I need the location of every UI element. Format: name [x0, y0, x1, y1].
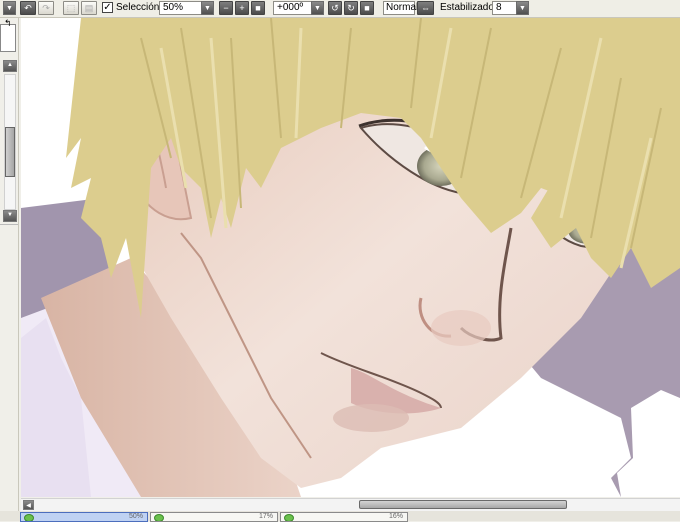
- toolbar: ▼ ↶ ↷ ⬚ ▤ ✓ Selección 50% ▼ − + ■ +000º …: [0, 0, 680, 18]
- scroll-left-button[interactable]: ◀: [23, 500, 34, 510]
- zoom-dropdown-button[interactable]: ▼: [201, 1, 214, 15]
- layer-opacity: 16%: [388, 513, 403, 520]
- rotation-reset-button[interactable]: ■: [360, 1, 374, 15]
- layer-panel: 50% 17% 16%: [0, 511, 680, 522]
- horizontal-scrollbar[interactable]: ◀: [21, 498, 680, 511]
- zoom-field[interactable]: 50%: [159, 1, 203, 15]
- blend-mode-field[interactable]: Normal: [383, 1, 418, 15]
- stabilizer-field[interactable]: 8: [492, 1, 518, 15]
- selection-checkbox[interactable]: ✓: [102, 2, 113, 13]
- scroll-up-button[interactable]: ▲: [3, 60, 17, 72]
- undo-icon[interactable]: ↶: [20, 1, 36, 15]
- zoom-reset-button[interactable]: ■: [251, 1, 265, 15]
- selection-label: Selección: [116, 2, 160, 13]
- scroll-down-button[interactable]: ▼: [3, 210, 17, 222]
- horizontal-scroll-thumb[interactable]: [359, 500, 567, 509]
- left-panel: ↰ ▲ ▼: [0, 18, 19, 521]
- layer-opacity: 17%: [258, 513, 273, 520]
- zoom-out-button[interactable]: −: [219, 1, 233, 15]
- rotation-dropdown-button[interactable]: ▼: [311, 1, 324, 15]
- clear-icon[interactable]: ▤: [81, 1, 97, 15]
- portrait-painting: [21, 18, 680, 497]
- flip-icon[interactable]: ⇔: [417, 1, 434, 15]
- rotate-left-button[interactable]: ↺: [328, 1, 342, 15]
- deselect-icon[interactable]: ⬚: [63, 1, 79, 15]
- stabilizer-dropdown-button[interactable]: ▼: [516, 1, 529, 15]
- zoom-in-button[interactable]: +: [235, 1, 249, 15]
- vertical-scrollbar[interactable]: [4, 74, 16, 210]
- stabilizer-label: Estabilizador: [440, 2, 498, 13]
- menu-dropdown-button[interactable]: ▼: [3, 1, 16, 15]
- layer-opacity: 50%: [128, 513, 143, 520]
- vertical-scroll-thumb[interactable]: [5, 127, 15, 177]
- rotation-field[interactable]: +000º: [273, 1, 313, 15]
- rotate-right-button[interactable]: ↻: [344, 1, 358, 15]
- panel-divider: [0, 224, 18, 225]
- swap-colors-icon[interactable]: ↰: [4, 18, 12, 29]
- drawing-canvas[interactable]: [21, 18, 680, 497]
- redo-icon[interactable]: ↷: [38, 1, 54, 15]
